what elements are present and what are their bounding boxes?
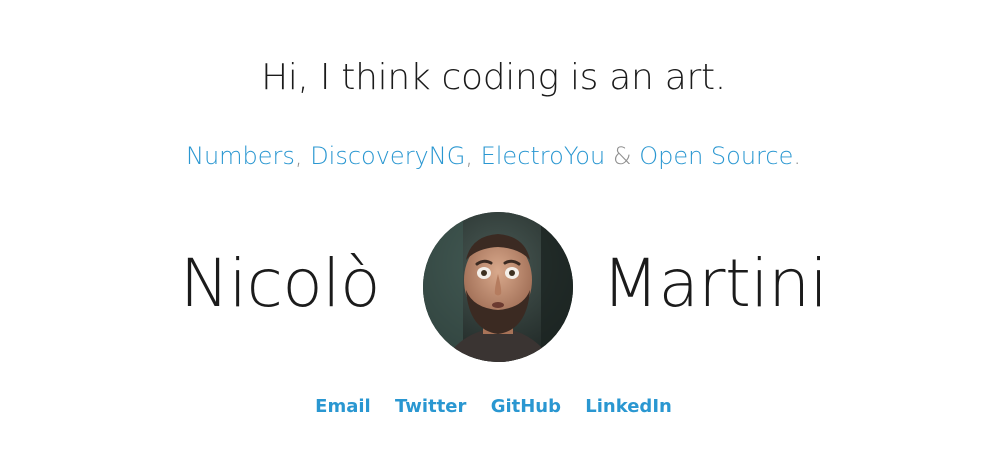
first-name: Nicolò: [179, 245, 381, 322]
separator-ampersand: &: [612, 142, 632, 170]
name-row: Nicolò Martini: [0, 212, 987, 362]
avatar: [423, 212, 573, 362]
twitter-link[interactable]: Twitter: [395, 396, 466, 417]
tagline: Hi, I think coding is an art.: [261, 57, 726, 98]
separator-comma: ,: [294, 142, 303, 170]
email-link[interactable]: Email: [315, 396, 371, 417]
portrait-photo-icon: [423, 212, 573, 362]
project-link-open-source[interactable]: Open Source: [639, 142, 793, 170]
separator-period: .: [793, 142, 801, 170]
project-link-discoveryng[interactable]: DiscoveryNG: [310, 142, 465, 170]
projects-line: Numbers, DiscoveryNG, ElectroYou & Open …: [0, 139, 987, 173]
github-link[interactable]: GitHub: [491, 396, 561, 417]
social-links: Email Twitter GitHub LinkedIn: [0, 393, 987, 421]
linkedin-link[interactable]: LinkedIn: [585, 396, 672, 417]
last-name: Martini: [602, 245, 828, 322]
project-link-numbers[interactable]: Numbers: [186, 142, 295, 170]
project-link-electroyou[interactable]: ElectroYou: [481, 142, 606, 170]
separator-comma: ,: [465, 142, 473, 170]
